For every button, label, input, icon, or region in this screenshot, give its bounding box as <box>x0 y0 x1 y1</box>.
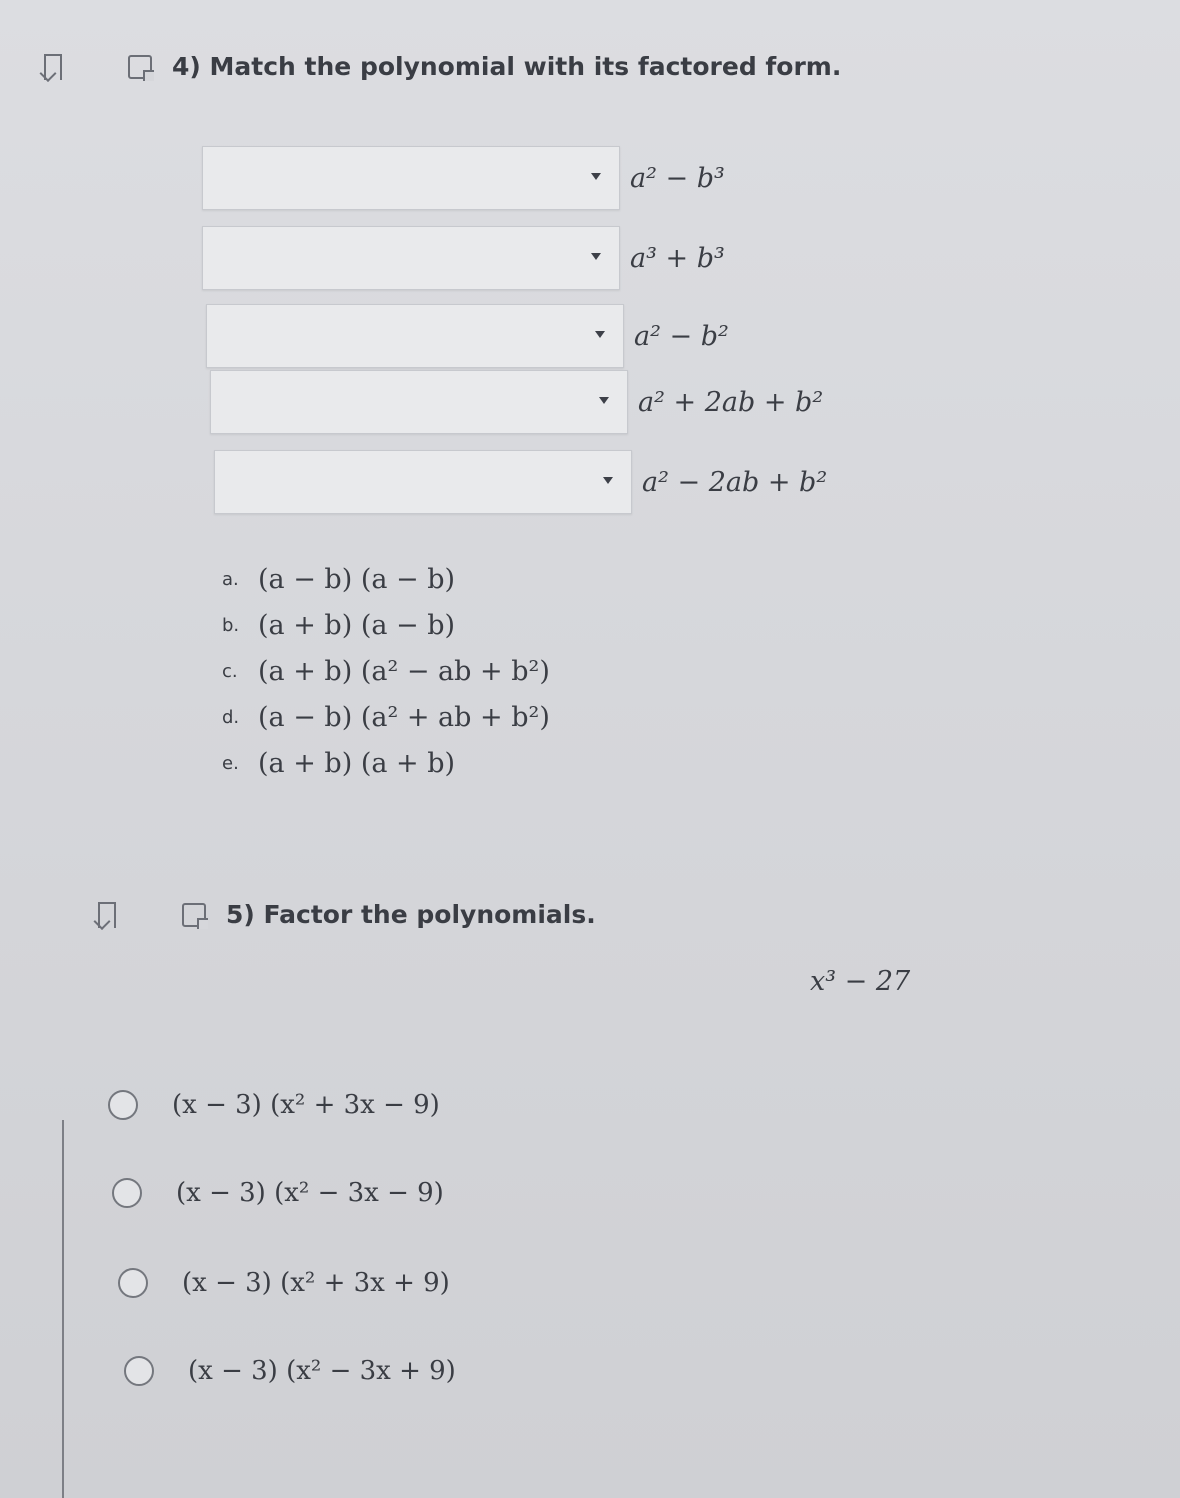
radio-button[interactable] <box>124 1356 154 1386</box>
q5-polynomial: x³ − 27 <box>810 966 911 997</box>
choice-letter: c. <box>222 660 238 682</box>
chevron-down-icon <box>591 173 601 180</box>
choice-letter: e. <box>222 752 239 774</box>
option-text: (x − 3) (x² − 3x + 9) <box>188 1356 456 1386</box>
q5-header: 5) Factor the polynomials. <box>98 900 596 929</box>
choice-item: c. (a + b) (a² − ab + b²) <box>222 648 550 694</box>
option-text: (x − 3) (x² + 3x + 9) <box>182 1268 450 1298</box>
answer-dropdown[interactable] <box>202 226 620 290</box>
option-text: (x − 3) (x² − 3x − 9) <box>176 1178 444 1208</box>
polynomial-label: a² − b² <box>634 320 729 352</box>
chevron-down-icon <box>591 253 601 260</box>
page-border-line <box>62 1120 64 1498</box>
choice-item: b. (a + b) (a − b) <box>222 602 550 648</box>
match-row: a² − 2ab + b² <box>214 450 827 514</box>
factored-form-choices: a. (a − b) (a − b) b. (a + b) (a − b) c.… <box>222 556 550 786</box>
polynomial-label: a² + 2ab + b² <box>638 386 824 418</box>
bookmark-icon[interactable] <box>44 53 62 80</box>
choice-text: (a + b) (a + b) <box>258 747 456 779</box>
answer-option[interactable]: (x − 3) (x² − 3x − 9) <box>112 1178 444 1208</box>
chevron-down-icon <box>599 397 609 404</box>
choice-item: a. (a − b) (a − b) <box>222 556 550 602</box>
choice-text: (a − b) (a − b) <box>258 563 456 595</box>
choice-item: e. (a + b) (a + b) <box>222 740 550 786</box>
match-row: a³ + b³ <box>202 226 725 290</box>
match-row: a² − b³ <box>202 146 725 210</box>
radio-button[interactable] <box>118 1268 148 1298</box>
choice-text: (a − b) (a² + ab + b²) <box>258 701 550 733</box>
note-icon[interactable] <box>128 54 154 81</box>
answer-option[interactable]: (x − 3) (x² + 3x − 9) <box>108 1090 440 1120</box>
choice-letter: a. <box>222 568 239 590</box>
bookmark-icon[interactable] <box>98 901 116 928</box>
choice-letter: b. <box>222 614 240 636</box>
radio-button[interactable] <box>112 1178 142 1208</box>
answer-dropdown[interactable] <box>214 450 632 514</box>
radio-button[interactable] <box>108 1090 138 1120</box>
option-text: (x − 3) (x² + 3x − 9) <box>172 1090 440 1120</box>
polynomial-label: a² − b³ <box>630 162 725 194</box>
polynomial-label: a³ + b³ <box>630 242 725 274</box>
q4-title: 4) Match the polynomial with its factore… <box>172 52 842 81</box>
match-row: a² − b² <box>206 304 729 368</box>
answer-option[interactable]: (x − 3) (x² + 3x + 9) <box>118 1268 450 1298</box>
answer-dropdown[interactable] <box>210 370 628 434</box>
choice-item: d. (a − b) (a² + ab + b²) <box>222 694 550 740</box>
choice-letter: d. <box>222 706 240 728</box>
note-icon[interactable] <box>182 902 208 929</box>
chevron-down-icon <box>603 477 613 484</box>
answer-dropdown[interactable] <box>202 146 620 210</box>
choice-text: (a + b) (a − b) <box>258 609 456 641</box>
chevron-down-icon <box>595 331 605 338</box>
choice-text: (a + b) (a² − ab + b²) <box>258 655 550 687</box>
polynomial-label: a² − 2ab + b² <box>642 466 828 498</box>
answer-option[interactable]: (x − 3) (x² − 3x + 9) <box>124 1356 456 1386</box>
answer-dropdown[interactable] <box>206 304 624 368</box>
q5-title: 5) Factor the polynomials. <box>226 900 596 929</box>
match-row: a² + 2ab + b² <box>210 370 823 434</box>
q4-header: 4) Match the polynomial with its factore… <box>44 52 841 81</box>
